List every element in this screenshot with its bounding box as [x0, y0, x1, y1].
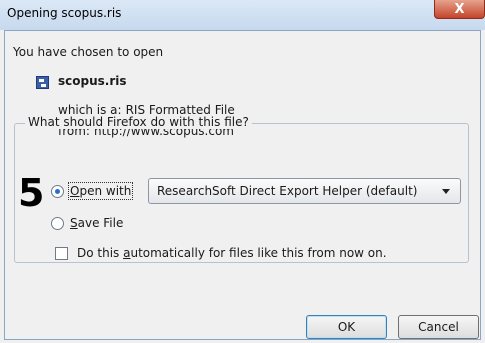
file-open-dialog: Opening scopus.ris X You have chosen to …: [0, 0, 485, 343]
application-select-value: ResearchSoft Direct Export Helper (defau…: [157, 184, 418, 198]
file-name: scopus.ris: [58, 74, 127, 88]
save-file-accesskey: S: [70, 216, 78, 230]
group-legend: What should Firefox do with this file?: [25, 115, 252, 129]
application-select[interactable]: ResearchSoft Direct Export Helper (defau…: [148, 178, 461, 204]
cancel-button-label: Cancel: [418, 320, 459, 334]
close-button[interactable]: X: [434, 0, 485, 19]
auto-action-checkbox[interactable]: [55, 247, 68, 260]
ok-button[interactable]: OK: [306, 315, 387, 339]
chevron-down-icon: [442, 189, 450, 194]
save-file-label-rest: ave File: [77, 216, 124, 230]
ris-file-icon: [36, 76, 49, 89]
save-file-label[interactable]: Save File: [70, 216, 123, 230]
step-number-annotation: 5: [18, 171, 45, 215]
window-title: Opening scopus.ris: [7, 6, 122, 20]
cancel-button[interactable]: Cancel: [398, 315, 479, 339]
open-with-label[interactable]: Open with: [67, 182, 134, 200]
auto-action-label[interactable]: Do this automatically for files like thi…: [77, 246, 387, 260]
auto-action-label-rest: utomatically for files like this from no…: [130, 246, 387, 260]
auto-action-label-pre: Do this: [77, 246, 124, 260]
save-file-radio[interactable]: [51, 217, 64, 230]
close-icon: X: [454, 1, 465, 17]
open-with-label-rest: pen with: [79, 184, 132, 198]
open-with-radio[interactable]: [51, 185, 64, 198]
ok-button-label: OK: [337, 320, 356, 334]
intro-text: You have chosen to open: [13, 45, 164, 59]
title-bar[interactable]: Opening scopus.ris X: [0, 0, 485, 30]
